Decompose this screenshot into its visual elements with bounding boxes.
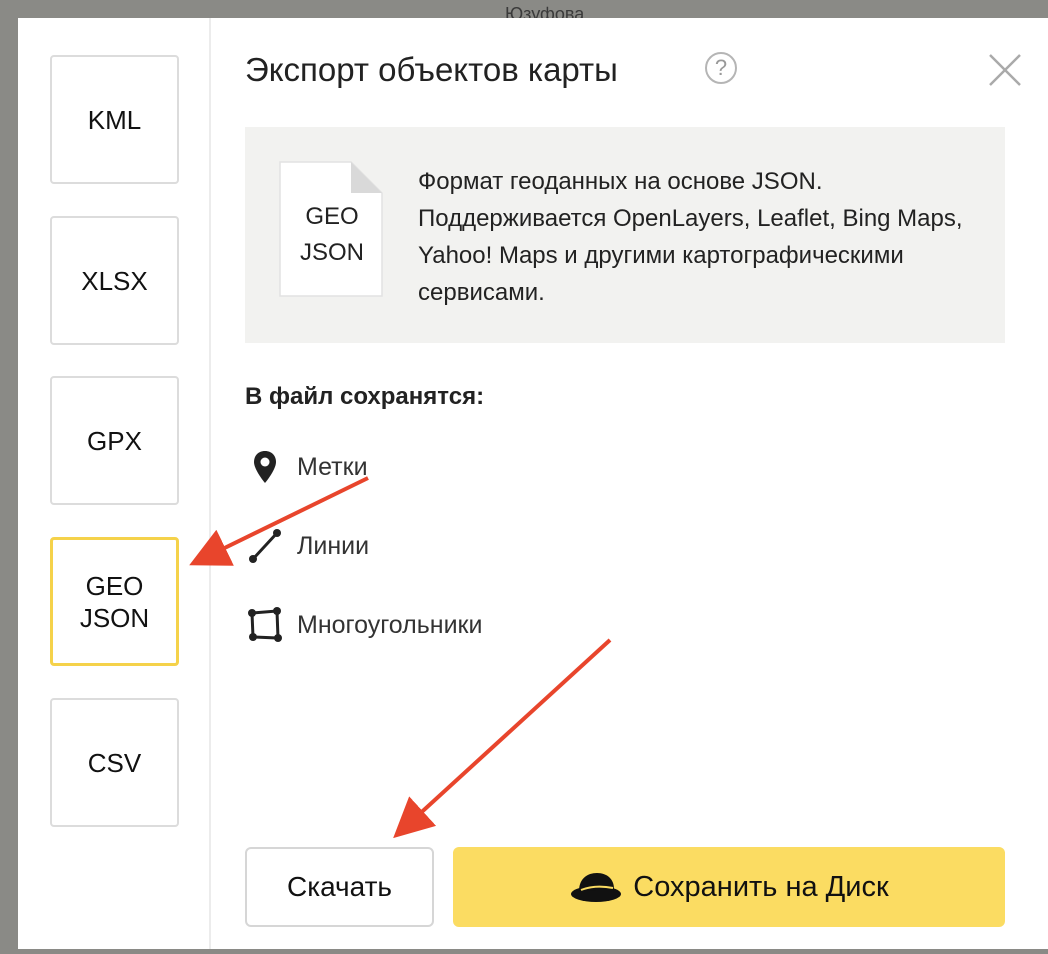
format-sidebar: KML XLSX GPX GEO JSON CSV [18, 18, 211, 949]
save-to-disk-button[interactable]: Сохранить на Диск [453, 847, 1005, 927]
close-icon[interactable] [987, 52, 1023, 88]
help-icon[interactable]: ? [705, 52, 737, 84]
download-button[interactable]: Скачать [245, 847, 434, 927]
format-gpx-button[interactable]: GPX [50, 376, 179, 505]
polygon-icon [245, 605, 285, 645]
feature-label: Многоугольники [297, 610, 483, 639]
help-symbol: ? [714, 55, 728, 80]
feature-label: Метки [297, 452, 368, 481]
placemark-icon [245, 447, 285, 487]
saved-heading: В файл сохранятся: [245, 383, 485, 410]
format-description: Формат геоданных на основе JSON. Поддерж… [418, 168, 963, 306]
document-icon: GEO JSON [279, 161, 383, 297]
format-geojson-button[interactable]: GEO JSON [50, 537, 179, 666]
format-csv-button[interactable]: CSV [50, 698, 179, 827]
save-to-disk-label: Сохранить на Диск [633, 870, 889, 903]
feature-label: Линии [297, 531, 370, 560]
format-info-box: GEO JSON Формат геоданных на основе JSON… [245, 127, 1005, 343]
dialog-title: Экспорт объектов карты [245, 51, 618, 88]
feature-item-placemarks: Метки [245, 447, 368, 487]
yandex-disk-icon [571, 873, 622, 902]
export-main-panel: Экспорт объектов карты ? GEO JSON Формат… [245, 18, 1035, 949]
line-icon [245, 526, 285, 566]
format-xlsx-button[interactable]: XLSX [50, 216, 179, 345]
feature-item-lines: Линии [245, 526, 369, 566]
format-kml-button[interactable]: KML [50, 55, 179, 184]
document-icon-label: GEO JSON [299, 203, 364, 266]
feature-item-polygons: Многоугольники [245, 605, 482, 645]
export-dialog: KML XLSX GPX GEO JSON CSV Экспорт объект… [18, 18, 1048, 949]
